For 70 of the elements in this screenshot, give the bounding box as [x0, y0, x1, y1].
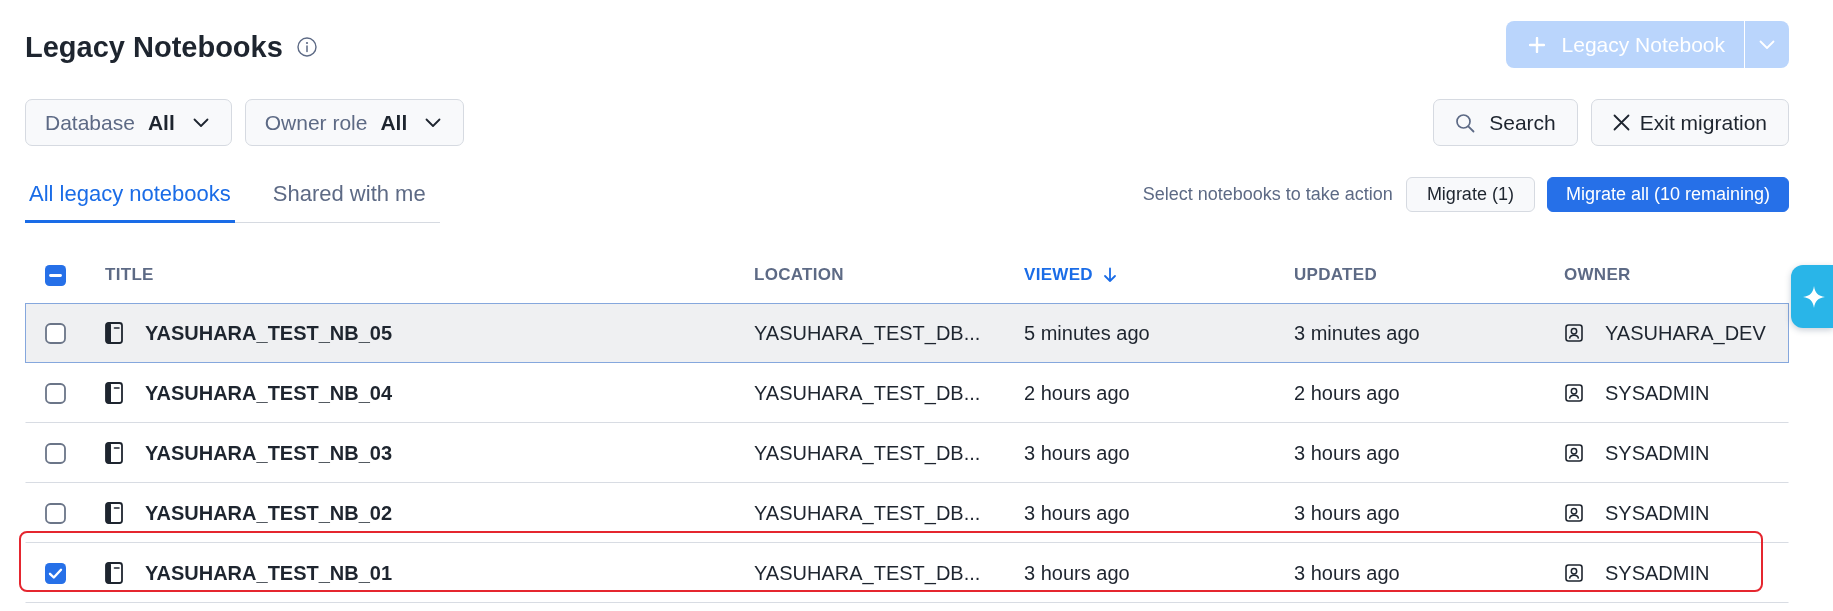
chevron-down-icon — [425, 117, 442, 128]
owner-name: SYSADMIN — [1605, 501, 1710, 525]
tab[interactable]: All legacy notebooks — [25, 166, 235, 223]
table-cell: 3 hours ago — [1024, 561, 1130, 585]
table-cell: 3 hours ago — [1024, 441, 1130, 465]
person-icon — [1565, 384, 1583, 402]
table-cell: 2 hours ago — [1024, 381, 1130, 405]
table-cell: 3 hours ago — [1294, 441, 1400, 465]
arrow-down-icon — [1102, 267, 1117, 283]
filter-dropdown[interactable]: Owner role All — [244, 99, 465, 146]
notebook-title[interactable]: YASUHARA_TEST_NB_04 — [145, 381, 393, 405]
notebook-icon — [105, 382, 123, 404]
checkbox[interactable] — [45, 562, 66, 584]
notebook-title[interactable]: YASUHARA_TEST_NB_02 — [145, 501, 393, 525]
table-cell: YASUHARA_TEST_DB... — [754, 321, 981, 345]
owner-name: YASUHARA_DEV — [1605, 321, 1766, 345]
table-cell: YASUHARA_TEST_DB... — [754, 501, 981, 525]
checkbox[interactable] — [45, 382, 66, 404]
notebook-icon — [105, 502, 123, 524]
search-icon — [1455, 112, 1476, 133]
person-icon — [1565, 564, 1583, 582]
table-cell: 3 hours ago — [1294, 501, 1400, 525]
checkbox[interactable] — [45, 502, 66, 524]
table-cell: 5 minutes ago — [1024, 321, 1150, 345]
notebook-title[interactable]: YASUHARA_TEST_NB_01 — [145, 561, 393, 585]
notebook-icon — [105, 322, 123, 344]
person-icon — [1565, 444, 1583, 462]
column-header[interactable]: LOCATION — [754, 265, 844, 285]
table-row[interactable]: YASUHARA_TEST_NB_01 YASUHARA_TEST_DB... 3 hours ago 3 hours ago SYSADMIN — [25, 543, 1789, 603]
checkbox[interactable] — [45, 322, 66, 344]
close-icon — [1612, 114, 1630, 131]
exit-button[interactable]: Exit migration — [1590, 99, 1789, 146]
column-header[interactable]: VIEWED — [1024, 265, 1117, 285]
table-cell: 3 minutes ago — [1294, 321, 1420, 345]
notebook-title[interactable]: YASUHARA_TEST_NB_05 — [145, 321, 393, 345]
table-cell: YASUHARA_TEST_DB... — [754, 381, 981, 405]
column-header[interactable]: TITLE — [105, 265, 154, 285]
owner-name: SYSADMIN — [1605, 441, 1710, 465]
page-title: Legacy Notebooks — [25, 29, 283, 65]
info-icon[interactable] — [296, 36, 317, 57]
column-header[interactable]: OWNER — [1564, 265, 1631, 285]
table-row[interactable]: YASUHARA_TEST_NB_02 YASUHARA_TEST_DB... 3 hours ago 3 hours ago SYSADMIN — [25, 483, 1789, 543]
search-button[interactable]: Search — [1433, 99, 1578, 146]
owner-name: SYSADMIN — [1605, 561, 1710, 585]
migrate-all-button[interactable]: Migrate all (10 remaining) — [1546, 177, 1789, 212]
action-hint: Select notebooks to take action — [1142, 184, 1393, 205]
table-cell: YASUHARA_TEST_DB... — [754, 561, 981, 585]
checkbox[interactable] — [45, 442, 66, 464]
assistant-button[interactable] — [1791, 265, 1833, 328]
table-cell: 3 hours ago — [1294, 561, 1400, 585]
checkbox[interactable] — [45, 264, 66, 286]
table-cell: 3 hours ago — [1024, 501, 1130, 525]
chevron-down-icon — [192, 117, 209, 128]
tab[interactable]: Shared with me — [268, 166, 430, 223]
notebook-title[interactable]: YASUHARA_TEST_NB_03 — [145, 441, 393, 465]
column-header[interactable]: UPDATED — [1294, 265, 1377, 285]
table-cell: 2 hours ago — [1294, 381, 1400, 405]
chevron-down-icon — [1759, 39, 1775, 50]
person-icon — [1565, 324, 1583, 342]
table-row[interactable]: YASUHARA_TEST_NB_05 YASUHARA_TEST_DB... 5 minutes ago 3 minutes ago YASUHARA_DEV — [25, 303, 1789, 363]
person-icon — [1565, 504, 1583, 522]
table-row[interactable]: YASUHARA_TEST_NB_03 YASUHARA_TEST_DB... 3 hours ago 3 hours ago SYSADMIN — [25, 423, 1789, 483]
migrate-button[interactable]: Migrate (1) — [1405, 177, 1535, 212]
filter-dropdown[interactable]: Database All — [25, 99, 232, 146]
owner-name: SYSADMIN — [1605, 381, 1710, 405]
table-row[interactable]: YASUHARA_TEST_NB_04 YASUHARA_TEST_DB... 2 hours ago 2 hours ago SYSADMIN — [25, 363, 1789, 423]
notebook-icon — [105, 442, 123, 464]
plus-icon — [1528, 36, 1545, 53]
notebook-icon — [105, 562, 123, 584]
table-cell: YASUHARA_TEST_DB... — [754, 441, 981, 465]
